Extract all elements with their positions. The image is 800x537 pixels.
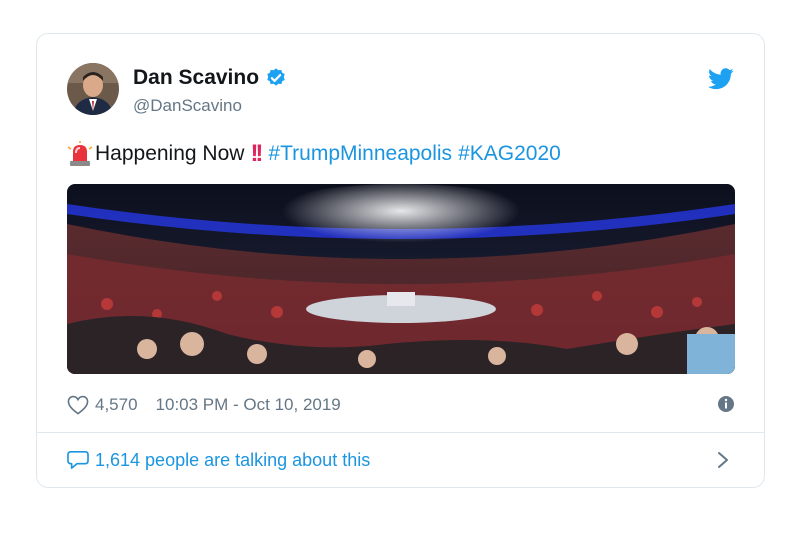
author-display-name[interactable]: Dan Scavino bbox=[133, 66, 259, 90]
verified-badge-icon bbox=[267, 68, 285, 86]
chevron-right-icon[interactable] bbox=[717, 451, 729, 469]
hashtag-link[interactable]: #TrumpMinneapolis bbox=[268, 142, 452, 166]
tweet-text: Happening Now !! #TrumpMinneapolis #KAG2… bbox=[67, 140, 561, 168]
hashtag-link[interactable]: #KAG2020 bbox=[458, 142, 561, 166]
twitter-bird-icon[interactable] bbox=[708, 68, 734, 90]
tweet-meta-row: 4,570 10:03 PM - Oct 10, 2019 bbox=[67, 392, 735, 418]
like-count[interactable]: 4,570 bbox=[95, 395, 138, 415]
info-icon[interactable] bbox=[717, 395, 735, 413]
avatar[interactable] bbox=[67, 63, 119, 115]
reply-bubble-icon bbox=[67, 451, 89, 469]
heart-icon[interactable] bbox=[67, 395, 89, 415]
conversation-link[interactable]: 1,614 people are talking about this bbox=[67, 445, 735, 475]
double-exclamation-icon: !! bbox=[250, 140, 263, 167]
author-name-row[interactable]: Dan Scavino bbox=[133, 66, 287, 90]
siren-icon bbox=[67, 141, 93, 166]
conversation-label[interactable]: 1,614 people are talking about this bbox=[95, 450, 370, 471]
divider bbox=[37, 432, 764, 433]
tweet-body-text: Happening Now bbox=[95, 142, 245, 165]
author-handle[interactable]: @DanScavino bbox=[133, 96, 242, 116]
tweet-timestamp[interactable]: 10:03 PM - Oct 10, 2019 bbox=[156, 395, 341, 415]
tweet-card: Dan Scavino @DanScavino Happening Now !!… bbox=[36, 33, 765, 488]
tweet-photo[interactable] bbox=[67, 184, 735, 374]
